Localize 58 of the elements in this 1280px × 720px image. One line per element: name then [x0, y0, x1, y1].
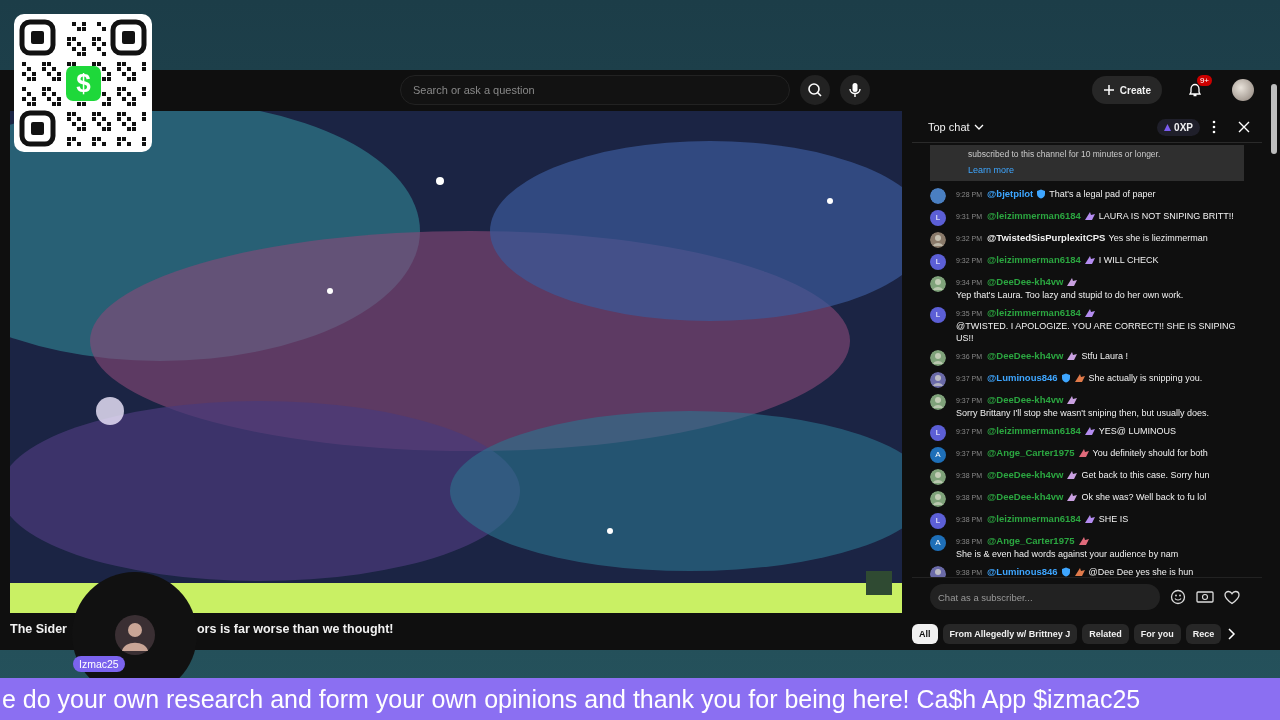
message-text: Stfu Laura !	[1081, 350, 1128, 362]
message-text: She is & even had words against your audience by nam	[956, 548, 1179, 560]
message-text: Sorry Brittany I'll stop she wasn't sniping then, but usually does.	[956, 407, 1210, 419]
author-name[interactable]: @DeeDee-kh4vw	[987, 276, 1064, 287]
chat-input-field[interactable]: Chat as a subscriber...	[930, 584, 1160, 610]
user-avatar: L	[930, 513, 946, 529]
author-name[interactable]: @DeeDee-kh4vw	[987, 350, 1064, 361]
search-field[interactable]: Search or ask a question	[400, 75, 790, 105]
author-name[interactable]: @DeeDee-kh4vw	[987, 469, 1064, 480]
message-text: You definitely should for both	[1092, 447, 1208, 459]
message-text: LAURA IS NOT SNIPING BRITT!!	[1098, 210, 1234, 222]
user-avatar: L	[930, 210, 946, 226]
filter-chip[interactable]: For you	[1133, 624, 1181, 644]
author-name[interactable]: @leizimmerman6184	[987, 425, 1081, 436]
author-name[interactable]: @leizimmerman6184	[987, 210, 1081, 221]
notifications-button[interactable]: 9+	[1180, 75, 1210, 105]
message-text: Yep that's Laura. Too lazy and stupid to do her own work.	[956, 289, 1184, 301]
author-name[interactable]: @leizimmerman6184	[987, 307, 1081, 318]
user-avatar: L	[930, 254, 946, 270]
pinned-message-text: subscribed to this channel for 10 minutes or longer.	[968, 149, 1162, 159]
author-name[interactable]: @Luminous846	[987, 566, 1058, 577]
author-name[interactable]: @TwistedSisPurplexitCPS	[987, 232, 1106, 243]
filter-chip[interactable]: Related	[1082, 624, 1129, 644]
notification-count: 9+	[1196, 75, 1212, 86]
ticker-text: e do your own research and form your own opinions and thank you for being here! Ca$h App $izmac25	[2, 684, 1141, 714]
chat-mode-dropdown[interactable]: Top chat	[928, 121, 984, 133]
filter-chip[interactable]: From Allegedly w/ Brittney J	[942, 624, 1078, 644]
xp-button[interactable]: 0XP	[1157, 118, 1200, 136]
cash-app-logo: $	[66, 66, 101, 101]
author-name[interactable]: @leizimmerman6184	[987, 513, 1081, 524]
message-text: Get back to this case. Sorry hun	[1081, 469, 1210, 481]
message-text: @TWISTED. I APOLOGIZE. YOU ARE CORRECT!! SHE IS SNIPING US!!	[956, 320, 1237, 344]
message-text: SHE IS	[1098, 513, 1129, 525]
user-avatar: A	[930, 447, 946, 463]
video-title: The Sider	[10, 622, 67, 636]
user-avatar: L	[930, 307, 946, 323]
user-avatar: A	[930, 535, 946, 551]
video-title: ors is far worse than we thought!	[196, 622, 394, 636]
create-button[interactable]: Create	[1091, 76, 1162, 104]
user-avatar: L	[930, 425, 946, 441]
message-text: @Dee Dee yes she is hun	[1088, 566, 1194, 577]
author-name[interactable]: @leizimmerman6184	[987, 254, 1081, 265]
message-text: Ok she was? Well back to fu lol	[1081, 491, 1207, 503]
message-text: I WILL CHECK	[1098, 254, 1159, 266]
author-name[interactable]: @DeeDee-kh4vw	[987, 491, 1064, 502]
filter-chip[interactable]: Rece	[1185, 624, 1222, 644]
streamer-name-label: Izmac25	[73, 656, 125, 672]
message-text: Yes she is liezimmerman	[1108, 232, 1208, 244]
author-name[interactable]: @bjetpilot	[987, 188, 1034, 199]
author-name[interactable]: @Ange_Carter1975	[987, 535, 1075, 546]
learn-more-link[interactable]: Learn more	[968, 165, 1015, 175]
author-name[interactable]: @DeeDee-kh4vw	[987, 394, 1064, 405]
message-text: YES@ LUMINOUS	[1098, 425, 1176, 437]
author-name[interactable]: @Ange_Carter1975	[987, 447, 1075, 458]
filter-chip[interactable]: All	[912, 624, 938, 644]
message-text: She actually is snipping you.	[1088, 372, 1203, 384]
author-name[interactable]: @Luminous846	[987, 372, 1058, 383]
message-text: That's a legal pad of paper	[1049, 188, 1156, 200]
